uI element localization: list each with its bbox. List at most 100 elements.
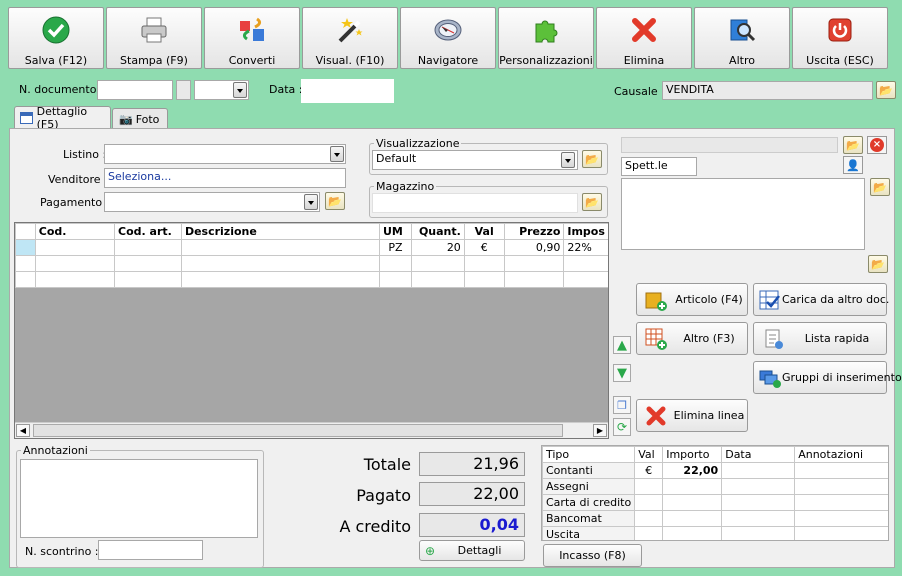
doc-series-select[interactable] xyxy=(194,80,249,100)
move-up-button[interactable]: ▲ xyxy=(613,336,631,354)
cell-quant[interactable] xyxy=(410,271,465,288)
pagamento-chevron-down-icon[interactable] xyxy=(304,194,318,210)
customizations-button[interactable]: Personalizzazioni xyxy=(498,7,594,69)
cell-prezzo[interactable]: 0,90 xyxy=(503,239,565,256)
pay-cell-data[interactable] xyxy=(721,494,796,511)
cell-um[interactable] xyxy=(378,255,412,272)
scroll-right-icon[interactable]: ▶ xyxy=(593,424,607,437)
visualizzazione-chevron-down-icon[interactable] xyxy=(561,152,575,168)
col-header-impos[interactable]: Impos xyxy=(563,223,608,240)
payment-row[interactable]: Assegni xyxy=(542,478,888,495)
pay-cell-annotazioni[interactable] xyxy=(794,494,888,511)
pay-cell-annotazioni[interactable] xyxy=(794,510,888,527)
pagamento-select[interactable] xyxy=(104,192,320,212)
pay-cell-annotazioni[interactable] xyxy=(794,526,888,540)
magazzino-folder-button[interactable]: 📂 xyxy=(582,193,602,211)
details-button[interactable]: ⊕ Dettagli xyxy=(419,540,525,561)
cell-descrizione[interactable] xyxy=(180,255,380,272)
pay-cell-val[interactable]: € xyxy=(634,462,664,479)
listino-select[interactable] xyxy=(104,144,346,164)
cell-impos[interactable] xyxy=(563,271,608,288)
grid-horizontal-scrollbar[interactable]: ◀ ▶ xyxy=(15,422,608,438)
date-input[interactable] xyxy=(301,79,394,103)
pay-cell-importo[interactable]: 22,00 xyxy=(662,462,723,479)
customer-greeting-input[interactable]: Spett.le xyxy=(621,157,697,176)
convert-button[interactable]: Converti xyxy=(204,7,300,69)
pay-cell-data[interactable] xyxy=(721,462,796,479)
other-button[interactable]: Altro xyxy=(694,7,790,69)
cell-cod-art[interactable] xyxy=(114,255,182,272)
cell-impos[interactable]: 22% xyxy=(563,239,608,256)
incasso-button[interactable]: Incasso (F8) xyxy=(543,544,642,567)
cell-prezzo[interactable] xyxy=(503,255,565,272)
delete-button[interactable]: Elimina xyxy=(596,7,692,69)
pay-cell-importo[interactable] xyxy=(662,510,723,527)
pagamento-folder-button[interactable]: 📂 xyxy=(325,192,345,210)
table-row[interactable] xyxy=(15,255,608,272)
pay-cell-val[interactable] xyxy=(634,526,664,540)
insert-groups-button[interactable]: Gruppi di inserimento xyxy=(753,361,902,394)
navigator-button[interactable]: Navigatore xyxy=(400,7,496,69)
pay-col-tipo[interactable]: Tipo xyxy=(542,446,636,463)
cell-cod[interactable] xyxy=(34,271,116,288)
tab-detail[interactable]: Dettaglio (F5) xyxy=(14,105,111,131)
save-button[interactable]: Salva (F12) xyxy=(8,7,104,69)
cell-cod-art[interactable] xyxy=(114,239,182,256)
pay-cell-annotazioni[interactable] xyxy=(794,462,888,479)
col-header-val[interactable]: Val xyxy=(463,223,505,240)
items-grid[interactable]: Cod. Cod. art. Descrizione UM Quant. Val… xyxy=(14,222,609,439)
pay-cell-data[interactable] xyxy=(721,478,796,495)
pay-cell-val[interactable] xyxy=(634,494,664,511)
causale-input[interactable]: VENDITA xyxy=(662,81,873,100)
col-header-cod-art[interactable]: Cod. art. xyxy=(114,223,182,240)
receipt-input[interactable] xyxy=(98,540,203,560)
customer-folder-button[interactable]: 📂 xyxy=(843,136,863,154)
cell-val[interactable]: € xyxy=(463,239,505,256)
pay-cell-data[interactable] xyxy=(721,526,796,540)
customer-clear-button[interactable]: × xyxy=(867,136,887,154)
doc-number-suffix-button[interactable] xyxy=(176,80,191,100)
col-header-prezzo[interactable]: Prezzo xyxy=(503,223,565,240)
col-header-quant[interactable]: Quant. xyxy=(410,223,465,240)
cell-prezzo[interactable] xyxy=(503,271,565,288)
row-indicator[interactable] xyxy=(15,255,36,272)
row-indicator[interactable] xyxy=(15,271,36,288)
quick-list-button[interactable]: Lista rapida xyxy=(753,322,887,355)
table-row[interactable]: PZ 20 € 0,90 22% xyxy=(15,239,608,256)
copy-row-button[interactable]: ❐ xyxy=(613,396,631,414)
add-other-button[interactable]: Altro (F3) xyxy=(636,322,748,355)
exit-button[interactable]: Uscita (ESC) xyxy=(792,7,888,69)
cell-val[interactable] xyxy=(463,255,505,272)
payments-grid[interactable]: Tipo Val Importo Data Annotazioni Contan… xyxy=(541,445,889,541)
notes-textarea[interactable] xyxy=(20,459,258,538)
venditore-input[interactable]: Seleziona... xyxy=(104,168,346,188)
pay-cell-val[interactable] xyxy=(634,478,664,495)
load-from-doc-button[interactable]: Carica da altro doc. xyxy=(753,283,889,316)
pay-cell-importo[interactable] xyxy=(662,494,723,511)
add-article-button[interactable]: Articolo (F4) xyxy=(636,283,748,316)
scroll-left-icon[interactable]: ◀ xyxy=(16,424,30,437)
cell-val[interactable] xyxy=(463,271,505,288)
move-down-button[interactable]: ▼ xyxy=(613,364,631,382)
customer-name-input[interactable] xyxy=(621,137,838,153)
customer-address-textarea[interactable] xyxy=(621,178,865,250)
cell-impos[interactable] xyxy=(563,255,608,272)
visualizzazione-select[interactable]: Default xyxy=(372,150,578,170)
pay-col-val[interactable]: Val xyxy=(634,446,664,463)
visualizzazione-folder-button[interactable]: 📂 xyxy=(582,150,602,168)
extra-folder-button[interactable]: 📂 xyxy=(868,255,888,273)
row-indicator[interactable] xyxy=(15,239,36,256)
pay-cell-val[interactable] xyxy=(634,510,664,527)
magazzino-input[interactable] xyxy=(372,193,578,213)
payment-row[interactable]: Bancomat xyxy=(542,510,888,527)
listino-chevron-down-icon[interactable] xyxy=(330,146,344,162)
col-header-descrizione[interactable]: Descrizione xyxy=(180,223,380,240)
address-folder-button[interactable]: 📂 xyxy=(870,178,890,196)
pay-cell-importo[interactable] xyxy=(662,526,723,540)
customer-contact-button[interactable]: 👤 xyxy=(843,156,863,174)
causale-folder-button[interactable]: 📂 xyxy=(876,81,896,99)
refresh-row-button[interactable]: ⟳ xyxy=(613,418,631,436)
doc-number-input[interactable] xyxy=(97,80,173,100)
pay-col-annotazioni[interactable]: Annotazioni xyxy=(794,446,888,463)
col-header-cod[interactable]: Cod. xyxy=(34,223,116,240)
